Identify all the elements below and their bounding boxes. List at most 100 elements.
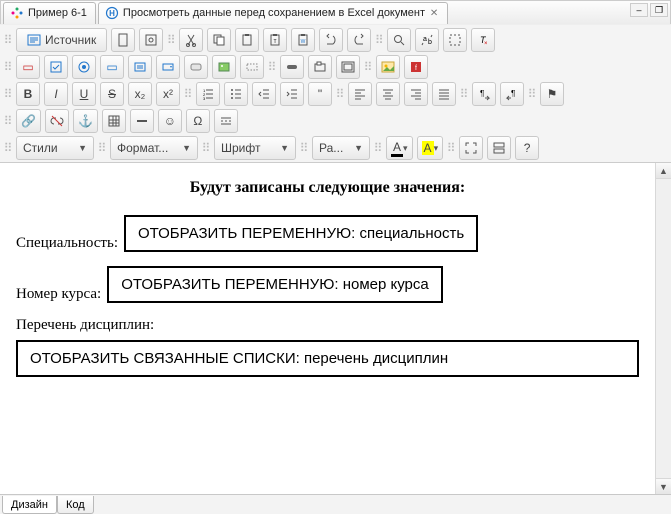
- document-body[interactable]: Будут записаны следующие значения: Специ…: [0, 163, 655, 494]
- pill-button[interactable]: [280, 55, 304, 79]
- toolbar-row-4: ⠿ 🔗 ⚓ ☺ Ω: [4, 109, 667, 133]
- superscript-button[interactable]: x²: [156, 82, 180, 106]
- italic-button[interactable]: I: [44, 82, 68, 106]
- rtl-button[interactable]: ¶: [500, 82, 524, 106]
- toolbar-grip: ⠿: [300, 136, 308, 160]
- close-icon[interactable]: ✕: [429, 8, 439, 18]
- ltr-button[interactable]: ¶: [472, 82, 496, 106]
- tab-design[interactable]: Дизайн: [2, 496, 57, 514]
- vertical-scrollbar[interactable]: ▲ ▼: [655, 163, 671, 494]
- align-left-button[interactable]: [348, 82, 372, 106]
- cut-button[interactable]: [179, 28, 203, 52]
- maximize-editor-button[interactable]: [459, 136, 483, 160]
- help-button[interactable]: ?: [515, 136, 539, 160]
- button-button[interactable]: [184, 55, 208, 79]
- svg-text:b: b: [428, 39, 432, 46]
- toolbar-grip: ⠿: [184, 82, 192, 106]
- label-disciplines: Перечень дисциплин:: [16, 317, 154, 333]
- toolbar-grip: ⠿: [4, 109, 12, 133]
- radio-button[interactable]: [72, 55, 96, 79]
- toolbar-row-5: ⠿ Стили▼ ⠿ Формат...▼ ⠿ Шрифт▼ ⠿ Ра...▼ …: [4, 136, 667, 160]
- indent-button[interactable]: [280, 82, 304, 106]
- scroll-track[interactable]: [656, 179, 671, 478]
- bg-color-button[interactable]: A▾: [417, 136, 444, 160]
- textarea-button[interactable]: [128, 55, 152, 79]
- preview-button[interactable]: [139, 28, 163, 52]
- flash-button[interactable]: f: [404, 55, 428, 79]
- link-button[interactable]: 🔗: [16, 109, 41, 133]
- dropdown-label: Формат...: [117, 141, 168, 155]
- redo-button[interactable]: [347, 28, 371, 52]
- remove-format-button[interactable]: T×: [471, 28, 495, 52]
- paste-button[interactable]: [235, 28, 259, 52]
- box-speciality[interactable]: ОТОБРАЗИТЬ ПЕРЕМЕННУЮ: специальность: [124, 215, 478, 252]
- smiley-button[interactable]: ☺: [158, 109, 182, 133]
- styles-dropdown[interactable]: Стили ▼: [16, 136, 94, 160]
- chevron-down-icon: ▼: [78, 143, 87, 153]
- select-button[interactable]: [156, 55, 180, 79]
- image-button-button[interactable]: [212, 55, 236, 79]
- form-button[interactable]: ▭: [16, 55, 40, 79]
- checkbox-button[interactable]: [44, 55, 68, 79]
- svg-text:3: 3: [203, 96, 206, 101]
- underline-button[interactable]: U: [72, 82, 96, 106]
- find-button[interactable]: [387, 28, 411, 52]
- fieldset-button[interactable]: [308, 55, 332, 79]
- iframe-button[interactable]: [336, 55, 360, 79]
- align-center-button[interactable]: [376, 82, 400, 106]
- box-course[interactable]: ОТОБРАЗИТЬ ПЕРЕМЕННУЮ: номер курса: [107, 266, 443, 303]
- bullet-list-button[interactable]: [224, 82, 248, 106]
- image-sun-button[interactable]: [376, 55, 400, 79]
- toolbar-grip: ⠿: [460, 82, 468, 106]
- specialchar-button[interactable]: Ω: [186, 109, 210, 133]
- dropdown-label: Стили: [23, 141, 58, 155]
- show-blocks-button[interactable]: [487, 136, 511, 160]
- font-dropdown[interactable]: Шрифт▼: [214, 136, 296, 160]
- numbered-list-button[interactable]: 123: [196, 82, 220, 106]
- select-all-button[interactable]: [443, 28, 467, 52]
- source-button[interactable]: Источник: [16, 28, 107, 52]
- tab-label: Просмотреть данные перед сохранением в E…: [123, 7, 425, 19]
- table-button[interactable]: [102, 109, 126, 133]
- box-disciplines[interactable]: ОТОБРАЗИТЬ СВЯЗАННЫЕ СПИСКИ: перечень ди…: [16, 340, 639, 377]
- maximize-button[interactable]: ❐: [650, 3, 668, 17]
- tab-example[interactable]: Пример 6-1: [3, 2, 96, 24]
- toolbar-grip: ⠿: [4, 55, 12, 79]
- flag-button[interactable]: ⚑: [540, 82, 564, 106]
- paste-text-button[interactable]: T: [263, 28, 287, 52]
- subscript-button[interactable]: x₂: [128, 82, 152, 106]
- toolbar-grip: ⠿: [4, 136, 12, 160]
- textfield-button[interactable]: ▭: [100, 55, 124, 79]
- toolbar-grip: ⠿: [374, 136, 382, 160]
- anchor-button[interactable]: ⚓: [73, 109, 98, 133]
- scroll-down-button[interactable]: ▼: [656, 478, 671, 494]
- outdent-button[interactable]: [252, 82, 276, 106]
- replace-button[interactable]: ab: [415, 28, 439, 52]
- minimize-button[interactable]: –: [630, 3, 648, 17]
- tab-label: Пример 6-1: [28, 7, 87, 19]
- hr-button[interactable]: [130, 109, 154, 133]
- text-color-button[interactable]: A▾: [386, 136, 413, 160]
- hidden-field-button[interactable]: [240, 55, 264, 79]
- format-dropdown[interactable]: Формат...▼: [110, 136, 198, 160]
- content-area: Будут записаны следующие значения: Специ…: [0, 163, 671, 494]
- undo-button[interactable]: [319, 28, 343, 52]
- tab-preview[interactable]: H Просмотреть данные перед сохранением в…: [98, 2, 448, 24]
- scroll-up-button[interactable]: ▲: [656, 163, 671, 179]
- paste-word-button[interactable]: W: [291, 28, 315, 52]
- pagebreak-button[interactable]: [214, 109, 238, 133]
- svg-text:a: a: [423, 36, 427, 43]
- blockquote-button[interactable]: ": [308, 82, 332, 106]
- bold-button[interactable]: B: [16, 82, 40, 106]
- new-page-button[interactable]: [111, 28, 135, 52]
- align-right-button[interactable]: [404, 82, 428, 106]
- copy-button[interactable]: [207, 28, 231, 52]
- unlink-button[interactable]: [45, 109, 69, 133]
- strike-button[interactable]: S: [100, 82, 124, 106]
- toolbar-row-1: ⠿ Источник ⠿ T W ⠿ ab T×: [4, 28, 667, 52]
- svg-text:H: H: [109, 9, 115, 18]
- tab-code[interactable]: Код: [57, 496, 94, 514]
- size-dropdown[interactable]: Ра...▼: [312, 136, 370, 160]
- toolbar-grip: ⠿: [336, 82, 344, 106]
- align-justify-button[interactable]: [432, 82, 456, 106]
